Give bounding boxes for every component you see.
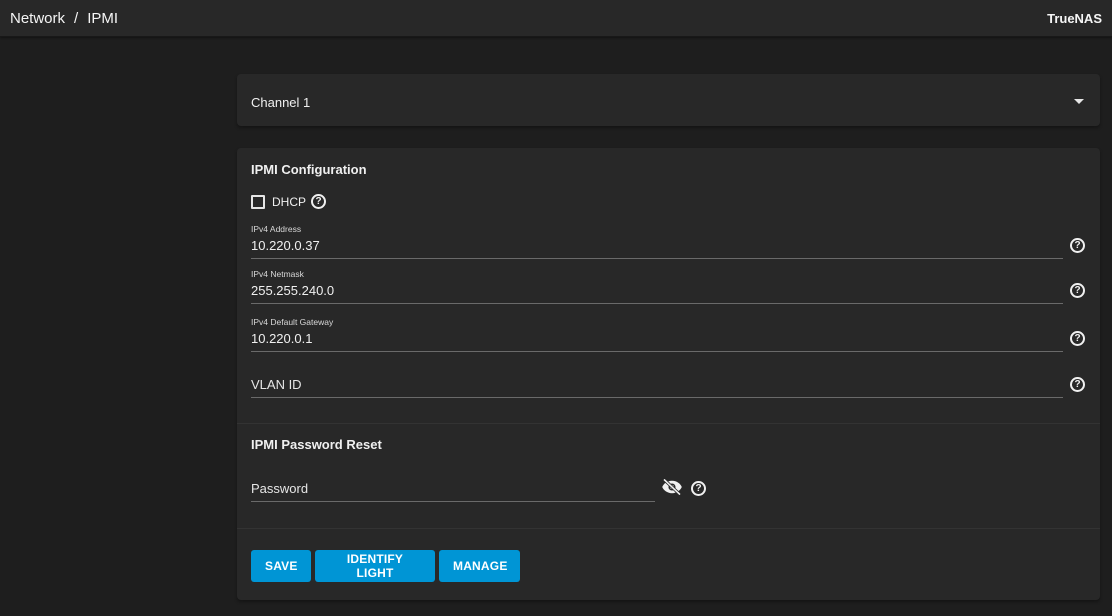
help-icon[interactable]: ? [1070, 238, 1085, 253]
save-button[interactable]: SAVE [251, 550, 311, 582]
caret-down-icon[interactable] [1074, 99, 1084, 104]
channel-select-value: Channel 1 [251, 95, 311, 110]
breadcrumb-ipmi: IPMI [87, 10, 119, 27]
dhcp-row: DHCP ? [251, 194, 327, 209]
help-icon[interactable]: ? [691, 481, 706, 496]
ipmi-config-card: IPMI Configuration DHCP ? IPv4 Address ?… [237, 148, 1100, 600]
ipv4-address-label: IPv4 Address [251, 224, 302, 234]
brand-name: TrueNAS [1047, 11, 1102, 26]
ipmi-config-title: IPMI Configuration [251, 162, 367, 177]
breadcrumb: Network / IPMI [10, 10, 118, 27]
help-icon[interactable]: ? [1070, 377, 1085, 392]
help-icon[interactable]: ? [1070, 331, 1085, 346]
ipv4-address-input[interactable] [251, 235, 1063, 259]
visibility-off-icon[interactable] [661, 479, 683, 495]
help-icon[interactable]: ? [311, 194, 327, 209]
section-divider [237, 528, 1100, 529]
manage-button[interactable]: MANAGE [439, 550, 520, 582]
identify-light-button[interactable]: IDENTIFY LIGHT [315, 550, 435, 582]
breadcrumb-separator: / [74, 10, 79, 27]
ipv4-gateway-input[interactable] [251, 328, 1063, 352]
password-input[interactable] [251, 478, 655, 502]
ipv4-netmask-label: IPv4 Netmask [251, 269, 304, 279]
help-icon[interactable]: ? [1070, 283, 1085, 298]
ipv4-gateway-field: IPv4 Default Gateway ? [251, 317, 1085, 352]
ipv4-netmask-field: IPv4 Netmask ? [251, 269, 1085, 304]
section-divider [237, 423, 1100, 424]
action-buttons: SAVE IDENTIFY LIGHT MANAGE [251, 550, 520, 582]
vlan-id-input[interactable] [251, 374, 1063, 398]
ipv4-gateway-label: IPv4 Default Gateway [251, 317, 334, 327]
vlan-id-label [251, 363, 1063, 374]
top-bar: Network / IPMI TrueNAS [0, 0, 1112, 37]
ipv4-address-field: IPv4 Address ? [251, 224, 1085, 259]
channel-select[interactable]: Channel 1 [237, 74, 1100, 126]
password-field [251, 478, 655, 502]
breadcrumb-network[interactable]: Network [10, 10, 65, 27]
ipv4-netmask-input[interactable] [251, 280, 1063, 304]
password-reset-title: IPMI Password Reset [251, 437, 382, 452]
vlan-id-field: ? [251, 363, 1085, 398]
dhcp-label: DHCP [272, 194, 307, 209]
dhcp-checkbox[interactable] [251, 194, 265, 209]
